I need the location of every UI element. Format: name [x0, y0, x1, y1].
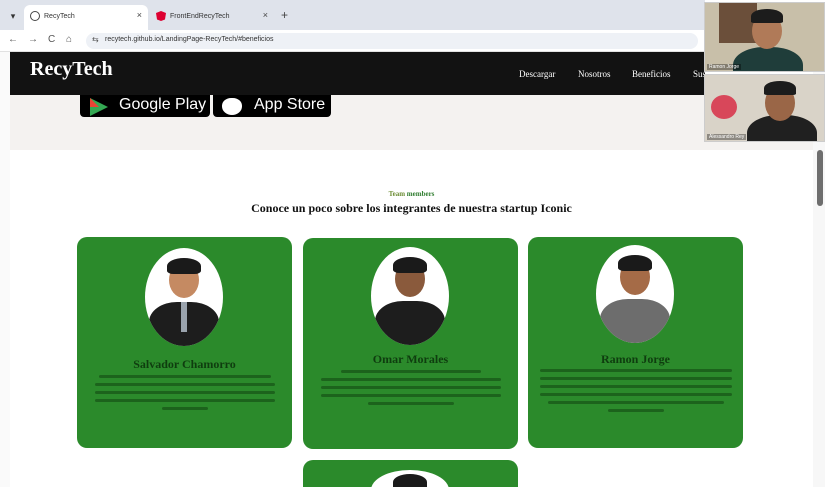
tab-recytech[interactable]: RecyTech ×	[24, 5, 148, 30]
screen: ▾ RecyTech × FrontEndRecyTech × + ← → C …	[0, 0, 825, 487]
team-member-card	[303, 460, 518, 487]
team-section: Team members Conoce un poco sobre los in…	[10, 150, 813, 487]
tab-frontendrecytech[interactable]: FrontEndRecyTech ×	[150, 5, 274, 30]
back-icon[interactable]: ←	[8, 34, 18, 45]
member-photo	[145, 248, 223, 346]
scrollbar-thumb[interactable]	[817, 150, 823, 206]
participant-name: Alessandro Rey	[707, 134, 747, 140]
member-photo	[371, 247, 449, 345]
address-bar: ← → C ⌂ ⇆ recytech.github.io/LandingPage…	[0, 30, 705, 52]
tab-title: FrontEndRecyTech	[170, 13, 230, 20]
apple-icon	[222, 98, 242, 115]
url-text: recytech.github.io/LandingPage-RecyTech/…	[105, 36, 274, 43]
section-eyebrow: Team members	[10, 190, 813, 198]
video-tile: Alessandro Rey	[704, 74, 825, 142]
home-icon[interactable]: ⌂	[66, 34, 72, 45]
section-title: Conoce un poco sobre los integrantes de …	[251, 201, 572, 215]
nav-link-nosotros[interactable]: Nosotros	[578, 69, 611, 79]
video-tile: Ramon Jorge	[704, 2, 825, 72]
nav-link-beneficios[interactable]: Beneficios	[632, 69, 671, 79]
app-store-label: App Store	[254, 96, 326, 113]
member-name: Ramon Jorge	[601, 352, 670, 366]
team-member-card: Salvador Chamorro	[77, 237, 292, 448]
participant-name: Ramon Jorge	[707, 64, 742, 70]
angular-icon	[156, 11, 166, 21]
site-info-icon[interactable]: ⇆	[92, 35, 99, 44]
member-name: Omar Morales	[372, 352, 449, 366]
left-margin	[0, 52, 10, 487]
tab-list-button[interactable]: ▾	[6, 9, 20, 23]
member-photo	[371, 470, 449, 487]
nav-link-descargar[interactable]: Descargar	[519, 69, 555, 79]
page-content: Google Play App Store Team members Conoc…	[10, 95, 813, 487]
member-name: Salvador Chamorro	[133, 357, 236, 371]
browser-tab-strip: ▾ RecyTech × FrontEndRecyTech × +	[0, 0, 705, 30]
site-logo[interactable]: RecyTech	[30, 58, 113, 81]
member-photo	[596, 245, 674, 343]
close-icon[interactable]: ×	[263, 10, 268, 20]
google-play-label: Google Play	[119, 96, 207, 113]
app-store-button[interactable]: App Store	[213, 95, 331, 117]
close-icon[interactable]: ×	[137, 10, 142, 20]
google-play-button[interactable]: Google Play	[80, 95, 210, 117]
new-tab-button[interactable]: +	[281, 8, 288, 22]
google-play-icon	[90, 98, 108, 116]
site-navbar: RecyTech Descargar Nosotros Beneficios S…	[10, 52, 716, 95]
reload-icon[interactable]: C	[48, 34, 55, 45]
team-member-card: Omar Morales	[303, 238, 518, 449]
team-member-card: Ramon Jorge	[528, 237, 743, 448]
forward-icon[interactable]: →	[28, 34, 38, 45]
url-input[interactable]: ⇆ recytech.github.io/LandingPage-RecyTec…	[86, 33, 698, 49]
eyebrow-prefix: Team	[388, 190, 406, 198]
tab-title: RecyTech	[44, 13, 75, 20]
globe-icon	[30, 11, 40, 21]
eyebrow-accent: members	[406, 190, 435, 198]
